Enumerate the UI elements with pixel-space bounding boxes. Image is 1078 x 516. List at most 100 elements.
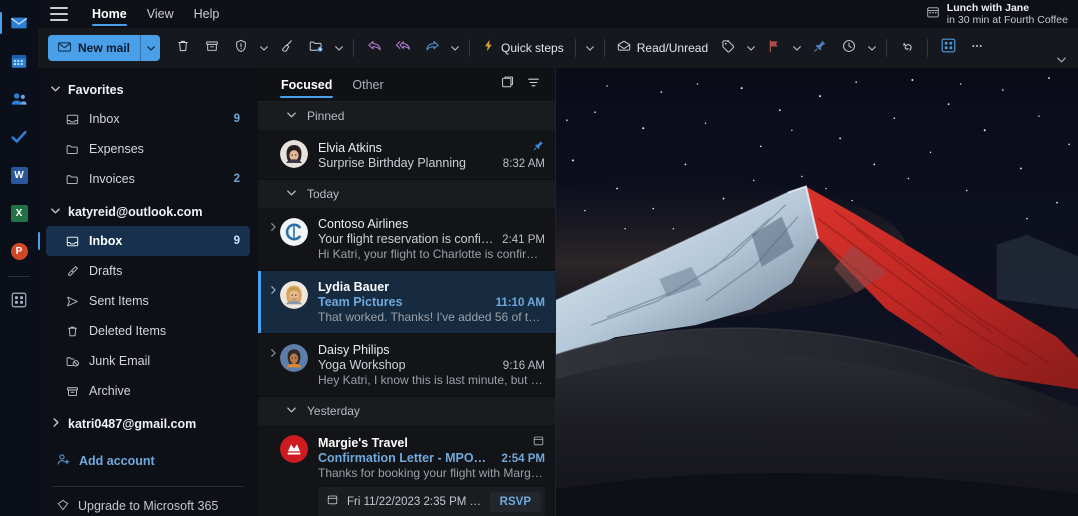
- undo-button[interactable]: [893, 34, 921, 62]
- folder-favorites-inbox[interactable]: Inbox 9: [46, 104, 250, 134]
- clock-icon: [841, 38, 857, 59]
- message-row-margies-travel[interactable]: Margie's Travel Confirmation Letter - MP…: [258, 425, 555, 516]
- people-icon: [10, 90, 28, 108]
- move-to-dropdown[interactable]: [331, 34, 347, 62]
- tab-help[interactable]: Help: [186, 0, 228, 28]
- forward-icon: [424, 37, 441, 59]
- folder-archive[interactable]: Archive: [46, 376, 250, 406]
- message-time: 9:16 AM: [502, 360, 545, 372]
- new-mail-button[interactable]: New mail: [48, 35, 161, 61]
- rail-item-excel[interactable]: X: [0, 194, 38, 232]
- folder-group-favorites[interactable]: Favorites: [38, 76, 258, 104]
- folder-sent-items[interactable]: Sent Items: [46, 286, 250, 316]
- tab-home[interactable]: Home: [84, 0, 135, 28]
- undo-icon: [899, 38, 915, 59]
- rail-item-word[interactable]: W: [0, 156, 38, 194]
- new-mail-dropdown[interactable]: [140, 35, 161, 61]
- group-header-yesterday[interactable]: Yesterday: [258, 397, 555, 425]
- report-button[interactable]: [227, 34, 255, 62]
- message-row-contoso-airlines[interactable]: Contoso Airlines Your flight reservation…: [258, 208, 555, 271]
- group-header-today[interactable]: Today: [258, 180, 555, 208]
- mail-icon: [10, 14, 28, 32]
- rail-item-mail[interactable]: [0, 4, 38, 42]
- tab-view[interactable]: View: [139, 0, 182, 28]
- quick-steps-button[interactable]: Quick steps: [476, 34, 569, 62]
- group-label: Today: [307, 187, 340, 201]
- expand-chevron-placeholder: [266, 139, 280, 170]
- folder-favorites-expenses[interactable]: Expenses: [46, 134, 250, 164]
- report-dropdown[interactable]: [256, 34, 272, 62]
- folder-group-account-gmail[interactable]: katri0487@gmail.com: [38, 410, 258, 438]
- upgrade-to-microsoft-365[interactable]: Upgrade to Microsoft 365: [38, 493, 258, 516]
- folder-pane: Favorites Inbox 9 Expenses Invoices 2 ka…: [38, 68, 258, 516]
- quick-steps-dropdown[interactable]: [582, 34, 598, 62]
- reply-button[interactable]: [360, 34, 388, 62]
- avatar: [280, 140, 308, 168]
- flag-dropdown[interactable]: [789, 34, 805, 62]
- trash-icon: [64, 323, 80, 339]
- categorize-dropdown[interactable]: [743, 34, 759, 62]
- pivot-other[interactable]: Other: [343, 68, 392, 102]
- pin-button[interactable]: [806, 34, 834, 62]
- rail-divider: [8, 276, 30, 277]
- folder-inbox[interactable]: Inbox 9: [38, 226, 250, 256]
- delete-button[interactable]: [169, 34, 197, 62]
- ellipsis-icon: [969, 38, 985, 59]
- calendar-peek[interactable]: Lunch with Jane in 30 min at Fourth Coff…: [926, 0, 1068, 28]
- flag-icon: [766, 38, 782, 59]
- reply-all-button[interactable]: [389, 34, 417, 62]
- expand-chevron-icon[interactable]: [266, 280, 280, 324]
- shield-icon: [233, 38, 249, 59]
- snooze-dropdown[interactable]: [864, 34, 880, 62]
- message-time: 11:10 AM: [495, 297, 545, 309]
- forward-button[interactable]: [418, 34, 446, 62]
- rail-item-people[interactable]: [0, 80, 38, 118]
- calendar-peek-title: Lunch with Jane: [946, 1, 1030, 14]
- rail-item-powerpoint[interactable]: P: [0, 232, 38, 270]
- chevron-down-icon: [50, 205, 61, 219]
- sweep-button[interactable]: [273, 34, 301, 62]
- folder-favorites-invoices[interactable]: Invoices 2: [46, 164, 250, 194]
- folder-junk-email[interactable]: Junk Email: [46, 346, 250, 376]
- expand-chevron-icon[interactable]: [266, 217, 280, 261]
- expand-chevron-icon[interactable]: [266, 343, 280, 387]
- more-options-button[interactable]: [963, 34, 991, 62]
- folder-count: 9: [233, 235, 240, 247]
- night-mountain-image: [556, 68, 1078, 516]
- checkmark-icon: [10, 128, 28, 146]
- add-account-button[interactable]: Add account: [46, 446, 250, 476]
- forward-dropdown[interactable]: [447, 34, 463, 62]
- ribbon-collapse-button[interactable]: [1052, 51, 1070, 67]
- folder-group-account-outlook[interactable]: katyreid@outlook.com: [38, 198, 258, 226]
- archive-button[interactable]: [198, 34, 226, 62]
- account-label: katri0487@gmail.com: [68, 417, 197, 431]
- reading-pane-toggle[interactable]: [495, 73, 519, 97]
- hamburger-menu-icon[interactable]: [50, 7, 68, 21]
- message-row-daisy-philips[interactable]: Daisy Philips Yoga Workshop 9:16 AM Hey …: [258, 334, 555, 397]
- folder-drafts[interactable]: Drafts: [46, 256, 250, 286]
- read-unread-button[interactable]: Read/Unread: [611, 34, 713, 62]
- flag-button[interactable]: [760, 34, 788, 62]
- categorize-button[interactable]: [714, 34, 742, 62]
- snooze-button[interactable]: [835, 34, 863, 62]
- group-label: Yesterday: [307, 404, 360, 418]
- rsvp-button[interactable]: RSVP: [489, 492, 541, 512]
- filter-button[interactable]: [521, 73, 545, 97]
- message-row-elvia-atkins[interactable]: Elvia Atkins Surprise Birthday Planning …: [258, 130, 555, 180]
- rail-item-calendar[interactable]: [0, 42, 38, 80]
- message-sender: Margie's Travel: [318, 436, 408, 450]
- message-row-lydia-bauer[interactable]: Lydia Bauer Team Pictures 11:10 AM That …: [258, 271, 555, 334]
- pin-icon[interactable]: [531, 139, 545, 152]
- group-header-pinned[interactable]: Pinned: [258, 102, 555, 130]
- pivot-focused[interactable]: Focused: [272, 68, 341, 102]
- move-to-button[interactable]: [302, 34, 330, 62]
- chevron-down-icon: [286, 187, 297, 201]
- apps-grid-icon: [940, 37, 957, 59]
- apps-button[interactable]: [934, 34, 962, 62]
- folder-deleted-items[interactable]: Deleted Items: [46, 316, 250, 346]
- reading-pane[interactable]: [556, 68, 1078, 516]
- archive-icon: [64, 383, 80, 399]
- message-preview: Thanks for booking your flight with Marg…: [318, 466, 545, 480]
- rail-item-todo[interactable]: [0, 118, 38, 156]
- rail-item-apps[interactable]: [0, 281, 38, 319]
